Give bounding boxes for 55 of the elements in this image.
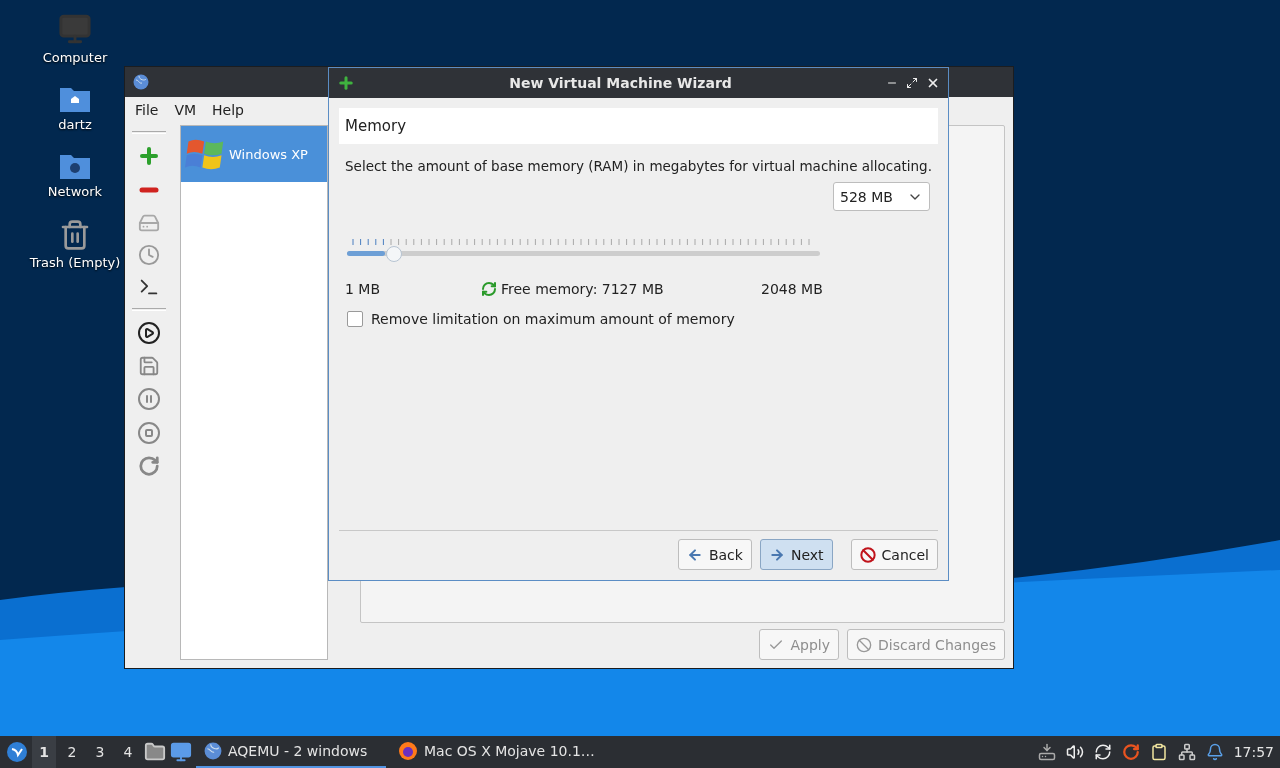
ban-icon <box>856 636 872 653</box>
stop-icon[interactable] <box>137 421 161 445</box>
update-icon[interactable] <box>1121 743 1140 761</box>
globe-icon <box>133 74 149 90</box>
play-icon[interactable] <box>137 321 161 345</box>
max-label: 2048 MB <box>761 281 824 297</box>
back-button[interactable]: Back <box>677 539 752 570</box>
add-icon[interactable] <box>137 144 161 168</box>
menu-item[interactable]: File <box>129 99 165 121</box>
trash-icon <box>59 219 91 251</box>
globe-icon <box>204 742 222 760</box>
desktop-icon-label[interactable]: dartz <box>58 117 92 132</box>
window-title: New Virtual Machine Wizard <box>508 75 733 91</box>
checkbox[interactable] <box>347 311 363 327</box>
checkbox-label: Remove limitation on maximum amount of memory <box>371 311 735 327</box>
taskbar-task[interactable]: AQEMU - 2 windows <box>196 736 386 768</box>
start-menu-icon[interactable] <box>6 741 28 763</box>
cancel-icon <box>859 546 876 563</box>
section-header: Memory <box>339 108 938 144</box>
workspace-button[interactable]: 4 <box>116 736 140 768</box>
workspace-button[interactable]: 2 <box>60 736 84 768</box>
workspace-button[interactable]: 3 <box>88 736 112 768</box>
volume-icon[interactable] <box>1065 743 1084 761</box>
menu-item[interactable]: Help <box>206 99 250 121</box>
desktop-icon[interactable] <box>170 741 192 763</box>
refresh-icon[interactable] <box>481 281 497 297</box>
next-button[interactable]: Next <box>759 539 833 570</box>
clipboard-icon[interactable] <box>1149 743 1168 761</box>
workspace-button[interactable]: 1 <box>32 736 56 768</box>
monitor-icon <box>58 12 92 46</box>
memory-slider[interactable] <box>347 239 820 263</box>
sync-icon[interactable] <box>1093 743 1112 761</box>
memory-dropdown[interactable]: 528 MB <box>833 182 930 211</box>
file-manager-icon[interactable] <box>144 741 166 763</box>
min-label: 1 MB <box>345 281 382 297</box>
free-memory-label: Free memory: 7127 MB <box>501 281 664 297</box>
cancel-button[interactable]: Cancel <box>850 539 938 570</box>
notification-icon[interactable] <box>1205 743 1224 761</box>
desktop-icon-label[interactable]: Computer <box>42 50 108 65</box>
network-icon[interactable] <box>1177 743 1196 761</box>
add-icon <box>337 74 355 92</box>
clock-icon[interactable] <box>138 244 160 266</box>
pause-icon[interactable] <box>137 387 161 411</box>
maximize-icon[interactable] <box>906 77 918 89</box>
desktop-icon-label[interactable]: Trash (Empty) <box>29 255 121 270</box>
description-text: Select the amount of base memory (RAM) in megabytes for virtual machine allocating. <box>345 158 933 174</box>
reload-icon[interactable] <box>138 455 160 477</box>
menu-item[interactable]: VM <box>168 99 203 121</box>
close-icon[interactable] <box>926 76 940 90</box>
clock-label: 17:57 <box>1233 744 1274 760</box>
network-folder-icon <box>59 152 91 180</box>
taskbar-task[interactable]: Mac OS X Mojave 10.1… <box>390 736 603 768</box>
slider-thumb[interactable] <box>385 246 402 262</box>
save-icon[interactable] <box>138 355 160 377</box>
desktop-icon-label[interactable]: Network <box>47 184 103 199</box>
